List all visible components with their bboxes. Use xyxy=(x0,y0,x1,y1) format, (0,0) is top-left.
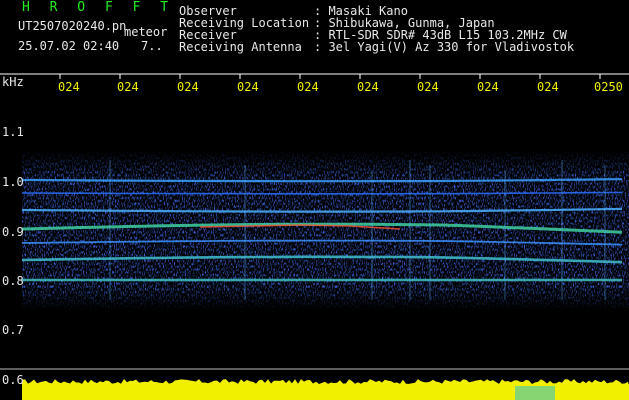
x-tick-label: 024 xyxy=(537,80,559,94)
y-tick-label: 0.7 xyxy=(2,323,24,337)
y-tick-label: 0.9 xyxy=(2,225,24,239)
y-tick-label: 1.1 xyxy=(2,125,24,139)
y-tick-label: 1.0 xyxy=(2,175,24,189)
y-tick-label: 0.8 xyxy=(2,274,24,288)
noise-floor-bar xyxy=(22,379,629,400)
x-tick-label: 0250 xyxy=(594,80,623,94)
x-tick-label: 024 xyxy=(357,80,379,94)
x-tick-label: 024 xyxy=(177,80,199,94)
y-tick-label: 0.6 xyxy=(2,373,24,387)
x-tick-label: 024 xyxy=(297,80,319,94)
axis-ticks xyxy=(59,74,601,79)
y-axis-unit: kHz xyxy=(2,75,24,89)
x-tick-label: 024 xyxy=(58,80,80,94)
x-tick-label: 024 xyxy=(237,80,259,94)
x-tick-label: 024 xyxy=(117,80,139,94)
spectrogram-plot xyxy=(0,73,629,400)
x-tick-label: 024 xyxy=(417,80,439,94)
x-tick-label: 024 xyxy=(477,80,499,94)
